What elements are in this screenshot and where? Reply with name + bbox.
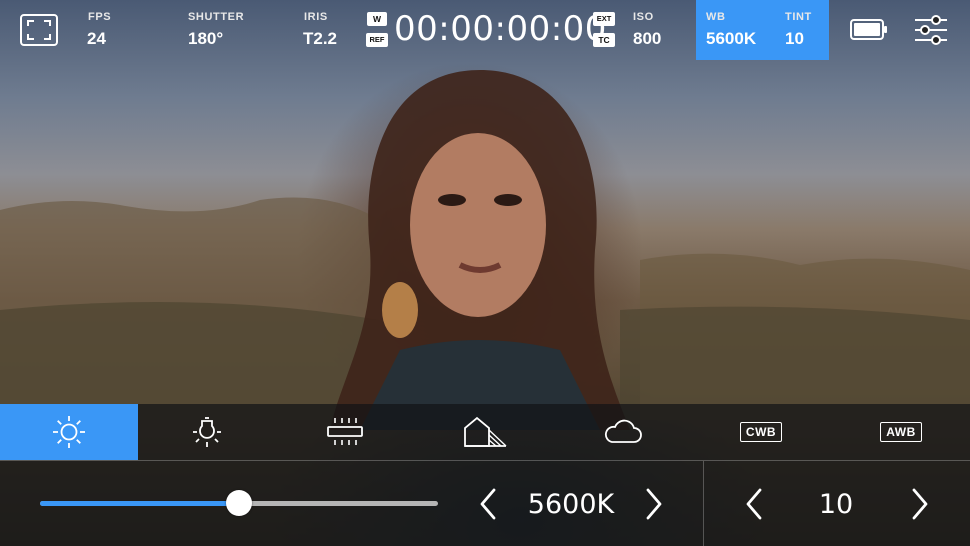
fps-label: FPS (88, 11, 112, 23)
status-bar: FPS 24 SHUTTER 180° IRIS T2.2 W REF 00:0… (0, 0, 970, 60)
iso-value: 800 (633, 29, 662, 48)
sun-icon (53, 416, 85, 448)
wb-value: 5600K (706, 29, 757, 48)
tint-label: TINT (785, 11, 812, 23)
settings-sliders-icon[interactable] (914, 15, 948, 45)
tint-value-display: 10 (818, 489, 854, 520)
wb-slider-thumb[interactable] (226, 490, 252, 516)
timecode-display[interactable]: 00:00:00:00 (394, 9, 607, 49)
preset-tungsten-button[interactable] (138, 404, 276, 460)
preset-daylight-button[interactable] (0, 404, 138, 460)
subject-portrait (330, 70, 630, 430)
wb-increase-chevron-icon[interactable] (642, 487, 666, 521)
preset-cloudy-button[interactable] (554, 404, 692, 460)
iris-label: IRIS (304, 11, 328, 23)
cloud-icon (604, 419, 642, 443)
wb-kelvin-value: 5600K (527, 489, 615, 520)
cwb-label: CWB (739, 422, 783, 442)
tc-tag: TC (593, 33, 615, 47)
tint-increase-chevron-icon[interactable] (908, 487, 932, 521)
white-balance-panel: CWB AWB 5600K 10 (0, 404, 970, 546)
frame-guides-icon[interactable] (20, 14, 58, 46)
panel-divider (703, 461, 704, 546)
fps-value: 24 (87, 29, 106, 48)
awb-label: AWB (880, 422, 922, 442)
wb-preset-row: CWB AWB (0, 404, 970, 461)
w-tag: W (367, 12, 387, 26)
iris-value: T2.2 (303, 29, 338, 48)
camera-viewfinder: FPS 24 SHUTTER 180° IRIS T2.2 W REF 00:0… (0, 0, 970, 546)
preset-fluorescent-button[interactable] (276, 404, 414, 460)
wb-slider-fill (40, 501, 239, 506)
preset-shade-button[interactable] (416, 404, 554, 460)
battery-icon[interactable] (850, 19, 888, 40)
wb-label: WB (706, 11, 726, 23)
tint-value: 10 (785, 29, 804, 48)
preset-cwb-button[interactable]: CWB (692, 404, 830, 460)
shade-house-icon (464, 416, 507, 447)
wb-tint-control[interactable]: WB 5600K TINT 10 (696, 0, 829, 60)
tint-decrease-chevron-icon[interactable] (742, 487, 766, 521)
shutter-value: 180° (188, 29, 224, 48)
shutter-label: SHUTTER (188, 11, 245, 23)
fluorescent-tube-icon (327, 418, 363, 445)
ext-tag: EXT (593, 12, 615, 26)
preset-awb-button[interactable]: AWB (832, 404, 970, 460)
tungsten-bulb-icon (193, 417, 221, 447)
wb-slider[interactable] (40, 490, 438, 516)
ref-tag: REF (366, 33, 388, 47)
wb-decrease-chevron-icon[interactable] (476, 487, 500, 521)
iso-label: ISO (633, 11, 654, 23)
